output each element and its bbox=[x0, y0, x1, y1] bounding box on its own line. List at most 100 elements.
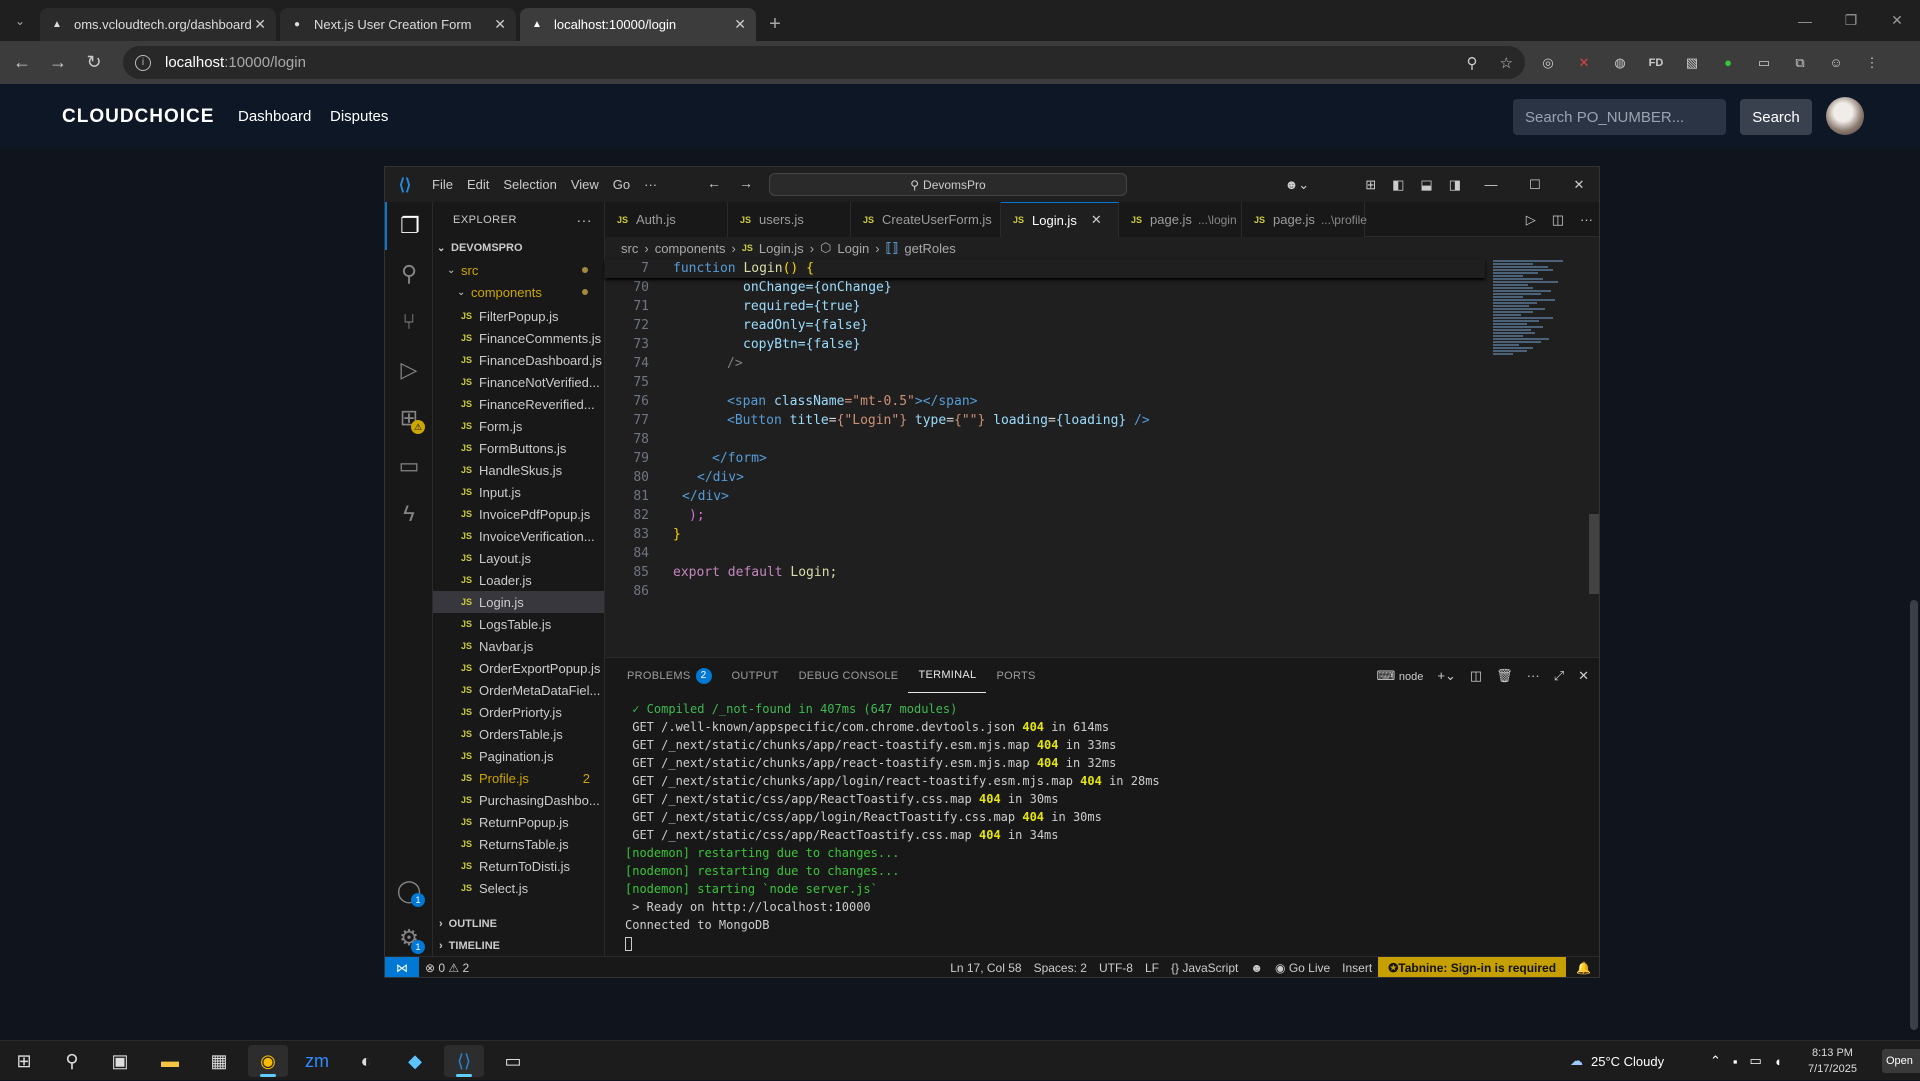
file-item[interactable]: JS Form.js bbox=[433, 415, 604, 437]
zoom-app-icon[interactable]: zm bbox=[297, 1045, 337, 1077]
extension-glasses-icon[interactable]: ◎ bbox=[1538, 53, 1558, 73]
file-item[interactable]: JS Loader.js bbox=[433, 569, 604, 591]
site-info-icon[interactable]: i bbox=[135, 54, 151, 71]
file-item[interactable]: JS ReturnsTable.js bbox=[433, 833, 604, 855]
close-tab-icon[interactable]: ✕ bbox=[254, 16, 266, 33]
tray-app-icon[interactable]: ▪ bbox=[1733, 1054, 1738, 1069]
crumb-symbol[interactable]: getRoles bbox=[904, 241, 955, 256]
browser-tab-2[interactable]: ● Next.js User Creation Form ✕ bbox=[280, 8, 516, 41]
file-item[interactable]: JS HandleSkus.js bbox=[433, 459, 604, 481]
nav-disputes-link[interactable]: Disputes bbox=[330, 108, 388, 125]
close-tab-icon[interactable]: ✕ bbox=[1091, 212, 1102, 228]
file-item[interactable]: JS LogsTable.js bbox=[433, 613, 604, 635]
menu-go[interactable]: Go bbox=[606, 177, 637, 192]
run-icon[interactable]: ▷ bbox=[1526, 212, 1536, 228]
crumb-components[interactable]: components bbox=[655, 241, 726, 256]
close-tab-icon[interactable]: ✕ bbox=[734, 16, 746, 33]
editor-tab[interactable]: JS users.js bbox=[728, 202, 851, 237]
nav-forward-icon[interactable]: → bbox=[739, 175, 753, 191]
user-avatar[interactable] bbox=[1826, 97, 1864, 135]
editor-mode[interactable]: Insert bbox=[1336, 961, 1378, 975]
file-item[interactable]: JS FinanceDashboard.js bbox=[433, 349, 604, 371]
sticky-scroll-line[interactable]: 7 function Login() { bbox=[605, 259, 1485, 278]
vscode-close-icon[interactable]: ✕ bbox=[1557, 177, 1599, 193]
folder-components[interactable]: ⌄ components bbox=[433, 281, 604, 303]
tray-chevron-icon[interactable]: ⌃ bbox=[1710, 1053, 1721, 1069]
file-item[interactable]: JS ReturnToDisti.js bbox=[433, 855, 604, 877]
browser-tab-1[interactable]: ▲ oms.vcloudtech.org/dashboard ✕ bbox=[40, 8, 276, 41]
toggle-sidebar-icon[interactable]: ◧ bbox=[1384, 177, 1412, 193]
address-bar[interactable]: i localhost:10000/login ⚲ ☆ bbox=[123, 46, 1525, 79]
file-item[interactable]: JS FinanceComments.js bbox=[433, 327, 604, 349]
outline-section[interactable]: › OUTLINE bbox=[433, 913, 605, 935]
editor-tab[interactable]: JS page.js ...\login bbox=[1119, 202, 1242, 237]
file-item[interactable]: JS Login.js bbox=[433, 591, 604, 613]
extensions-puzzle-icon[interactable]: ⧉ bbox=[1790, 53, 1810, 73]
file-item[interactable]: JS FilterPopup.js bbox=[433, 305, 604, 327]
run-debug-icon[interactable]: ▷ bbox=[385, 346, 433, 394]
go-live[interactable]: ◉ Go Live bbox=[1269, 961, 1336, 975]
cursor-position[interactable]: Ln 17, Col 58 bbox=[944, 961, 1027, 975]
file-item[interactable]: JS OrdersTable.js bbox=[433, 723, 604, 745]
accounts-icon[interactable]: ◯ 1 bbox=[385, 867, 433, 915]
file-item[interactable]: JS FinanceNotVerified... bbox=[433, 371, 604, 393]
project-root[interactable]: ⌄ DEVOMSPRO bbox=[433, 237, 604, 259]
file-item[interactable]: JS Pagination.js bbox=[433, 745, 604, 767]
close-tab-icon[interactable]: ✕ bbox=[494, 16, 506, 33]
menu-selection[interactable]: Selection bbox=[496, 177, 563, 192]
bookmark-star-icon[interactable]: ☆ bbox=[1500, 54, 1513, 72]
editor-tab[interactable]: JS page.js ...\profile bbox=[1242, 202, 1367, 237]
menu-more[interactable]: ··· bbox=[637, 177, 664, 192]
close-panel-icon[interactable]: ✕ bbox=[1578, 668, 1589, 684]
file-item[interactable]: JS Select.js bbox=[433, 877, 604, 899]
kill-terminal-icon[interactable]: 🗑 bbox=[1496, 668, 1513, 684]
extensions-icon[interactable]: ⊞ ⚠ bbox=[385, 394, 433, 442]
explorer-icon[interactable]: ❐ bbox=[385, 202, 433, 250]
extension-fd-icon[interactable]: FD bbox=[1646, 53, 1666, 73]
po-number-search-input[interactable] bbox=[1513, 99, 1726, 135]
manage-gear-icon[interactable]: ⚙ 1 bbox=[385, 914, 433, 962]
clock[interactable]: 8:13 PM 7/17/2025 bbox=[1808, 1045, 1857, 1077]
split-editor-icon[interactable]: ◫ bbox=[1552, 212, 1564, 228]
editor-scrollbar[interactable] bbox=[1587, 259, 1599, 657]
back-icon[interactable]: ← bbox=[4, 45, 40, 81]
notifications-bell-icon[interactable]: 🔔 bbox=[1566, 961, 1599, 975]
weather-widget[interactable]: ☁ 25°C Cloudy bbox=[1570, 1041, 1664, 1081]
windows-start-icon[interactable]: ⊞ bbox=[4, 1045, 44, 1077]
remote-indicator-icon[interactable]: ⋈ bbox=[385, 956, 419, 977]
cloudchoice-logo[interactable]: CLOUDCHOICE bbox=[62, 106, 214, 128]
tab-output[interactable]: OUTPUT bbox=[722, 658, 789, 693]
file-item[interactable]: JS Navbar.js bbox=[433, 635, 604, 657]
zoom-icon[interactable]: ⚲ bbox=[1467, 54, 1478, 72]
chrome-icon[interactable]: ◉ bbox=[248, 1045, 288, 1077]
file-item[interactable]: JS OrderPriorty.js bbox=[433, 701, 604, 723]
file-item[interactable]: JS Profile.js 2 bbox=[433, 767, 604, 789]
file-item[interactable]: JS FinanceReverified... bbox=[433, 393, 604, 415]
extension-image-icon[interactable]: ▧ bbox=[1682, 53, 1702, 73]
editor-tab[interactable]: JS CreateUserForm.js bbox=[851, 202, 1001, 237]
taskbar-search-icon[interactable]: ⚲ bbox=[52, 1045, 92, 1077]
language-mode[interactable]: {} JavaScript bbox=[1165, 961, 1244, 975]
tor-icon[interactable]: ◐ bbox=[346, 1045, 386, 1077]
vscode-taskbar-icon[interactable]: ⟨⟩ bbox=[444, 1045, 484, 1077]
panel-more-icon[interactable]: ··· bbox=[1527, 668, 1540, 683]
end-of-line[interactable]: LF bbox=[1139, 961, 1165, 975]
file-item[interactable]: JS InvoiceVerification... bbox=[433, 525, 604, 547]
file-item[interactable]: JS InvoicePdfPopup.js bbox=[433, 503, 604, 525]
vscode-minimize-icon[interactable]: — bbox=[1469, 177, 1513, 192]
split-terminal-icon[interactable]: ◫ bbox=[1470, 668, 1482, 684]
file-item[interactable]: JS PurchasingDashbo... bbox=[433, 789, 604, 811]
editor-tab[interactable]: JS Login.js ✕ bbox=[1001, 202, 1119, 237]
menu-view[interactable]: View bbox=[564, 177, 606, 192]
tab-problems[interactable]: PROBLEMS 2 bbox=[617, 658, 722, 693]
problems-status[interactable]: ⊗ 0 ⚠ 2 bbox=[419, 961, 475, 975]
extension-x-icon[interactable]: ✕ bbox=[1574, 53, 1594, 73]
terminal-shell-selector[interactable]: ⌨ node bbox=[1377, 668, 1424, 684]
page-scrollbar[interactable] bbox=[1910, 600, 1918, 1030]
new-terminal-icon[interactable]: +⌄ bbox=[1437, 668, 1455, 684]
file-item[interactable]: JS ReturnPopup.js bbox=[433, 811, 604, 833]
volume-icon[interactable]: ◖ bbox=[1774, 1054, 1782, 1069]
more-actions-icon[interactable]: ··· bbox=[577, 212, 593, 228]
minimize-icon[interactable]: — bbox=[1782, 0, 1828, 41]
search-icon[interactable]: ⚲ bbox=[385, 250, 433, 298]
